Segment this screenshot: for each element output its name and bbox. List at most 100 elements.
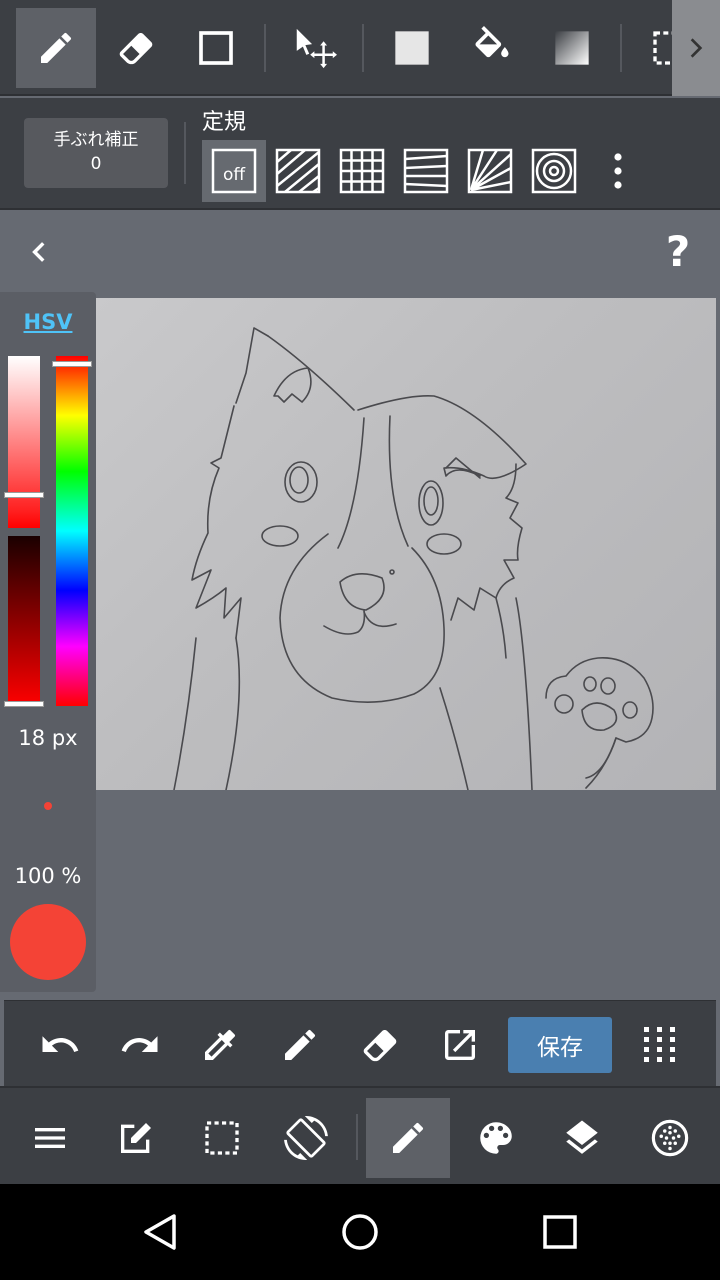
value-slider-handle[interactable] — [4, 701, 44, 707]
canvas-nav-bar: ? — [0, 212, 720, 292]
chevron-left-icon — [32, 242, 45, 262]
square-recents-icon — [543, 1215, 577, 1249]
ruler-concentric-button[interactable] — [522, 140, 586, 202]
circle-home-icon — [342, 1214, 378, 1250]
stabilizer-value: 0 — [90, 154, 102, 174]
move-tool-button[interactable] — [274, 8, 354, 88]
ruler-off-text: off — [223, 165, 246, 185]
edit-button[interactable] — [94, 1098, 178, 1178]
pencil-icon — [41, 32, 72, 63]
undo-button[interactable] — [32, 1017, 88, 1073]
toolbar-scroll-right-button[interactable] — [672, 0, 720, 96]
gradient-icon — [555, 31, 589, 65]
triangle-back-icon — [144, 1214, 176, 1250]
eyedropper-button[interactable] — [192, 1017, 248, 1073]
tool-toolbar — [0, 0, 720, 96]
fill-color-tool-button[interactable] — [372, 8, 452, 88]
stabilizer-label: 手ぶれ補正 — [53, 130, 139, 150]
selection-button[interactable] — [180, 1098, 264, 1178]
brush-size-label[interactable]: 18 px — [0, 726, 96, 750]
menu-button[interactable] — [8, 1098, 92, 1178]
saturation-slider[interactable] — [8, 356, 40, 528]
eraser-tool-button[interactable] — [96, 8, 176, 88]
paint-bucket-icon — [475, 26, 509, 58]
help-button[interactable]: ? — [658, 228, 698, 276]
open-external-icon — [445, 1030, 475, 1060]
hamburger-menu-icon — [35, 1128, 65, 1148]
toolbar-divider — [264, 24, 266, 72]
eyedropper-icon — [205, 1029, 236, 1060]
ruler-radial-button[interactable] — [458, 140, 522, 202]
dog-sketch-drawing — [173, 327, 654, 790]
hue-slider[interactable] — [56, 356, 88, 706]
dotted-circle-icon — [651, 1119, 689, 1157]
rotate-canvas-button[interactable] — [264, 1098, 348, 1178]
brush-size-preview — [44, 802, 52, 810]
ruler-bar: 手ぶれ補正 0 定規 off — [0, 98, 720, 210]
redo-icon — [121, 1036, 158, 1052]
ruler-more-button[interactable] — [586, 140, 650, 202]
dashed-selection-icon — [205, 1121, 239, 1155]
system-home-button[interactable] — [330, 1204, 390, 1260]
undo-icon — [42, 1036, 79, 1052]
ruler-title: 定規 — [202, 110, 247, 135]
drawing-canvas[interactable] — [96, 298, 716, 790]
system-nav-bar — [0, 1184, 720, 1280]
save-button[interactable]: 保存 — [508, 1017, 612, 1073]
saturation-slider-handle[interactable] — [4, 492, 44, 498]
color-tab[interactable] — [454, 1098, 538, 1178]
rectangle-icon — [199, 31, 233, 65]
bucket-tool-button[interactable] — [452, 8, 532, 88]
opacity-label[interactable]: 100 % — [0, 864, 96, 888]
brush-settings-button[interactable] — [272, 1017, 328, 1073]
radial-lines-icon — [467, 148, 513, 194]
main-bottom-nav — [0, 1086, 720, 1184]
ruler-off-icon: off — [211, 148, 257, 194]
concentric-circles-icon — [531, 148, 577, 194]
grid-dots-icon — [644, 1027, 675, 1062]
system-recents-button[interactable] — [530, 1204, 590, 1260]
pen-tool-button[interactable] — [16, 8, 96, 88]
screen-rotation-icon — [284, 1116, 328, 1160]
nav-divider — [356, 1114, 358, 1160]
toolbar-divider — [620, 24, 622, 72]
chevron-right-icon — [690, 38, 703, 58]
toolbar-divider — [362, 24, 364, 72]
redo-button[interactable] — [112, 1017, 168, 1073]
hsv-mode-tab[interactable]: HSV — [0, 310, 96, 334]
action-bar: 保存 — [4, 1000, 716, 1086]
grid-icon — [339, 148, 385, 194]
hue-slider-handle[interactable] — [52, 361, 92, 367]
materials-tab[interactable] — [628, 1098, 712, 1178]
export-button[interactable] — [432, 1017, 488, 1073]
eraser-button[interactable] — [352, 1017, 408, 1073]
pencil-icon — [285, 1029, 316, 1060]
edit-square-icon — [121, 1123, 151, 1153]
layers-icon — [566, 1120, 598, 1154]
ruler-parallel-button[interactable] — [266, 140, 330, 202]
parallel-lines-icon — [275, 148, 321, 194]
eraser-icon — [363, 1029, 397, 1062]
palette-icon — [480, 1122, 512, 1154]
color-panel: HSV 18 px 100 % — [0, 292, 96, 992]
ruler-divider — [184, 122, 186, 184]
gradient-tool-button[interactable] — [532, 8, 612, 88]
ruler-off-button[interactable]: off — [202, 140, 266, 202]
more-actions-button[interactable] — [632, 1017, 688, 1073]
medibang-paint-app: 手ぶれ補正 0 定規 off ? HSV 18 px 100 % 保存 — [0, 0, 720, 1280]
perspective-lines-icon — [403, 148, 449, 194]
current-color-swatch[interactable] — [10, 904, 86, 980]
filled-square-icon — [395, 31, 429, 65]
layers-tab[interactable] — [540, 1098, 624, 1178]
select-move-icon — [296, 28, 337, 69]
system-back-button[interactable] — [130, 1204, 190, 1260]
stabilizer-button[interactable]: 手ぶれ補正 0 — [24, 118, 168, 188]
back-button[interactable] — [20, 232, 60, 272]
shape-tool-button[interactable] — [176, 8, 256, 88]
value-slider[interactable] — [8, 536, 40, 706]
eraser-icon — [119, 32, 153, 65]
ruler-perspective-button[interactable] — [394, 140, 458, 202]
more-vertical-icon — [614, 153, 622, 189]
brush-tab[interactable] — [366, 1098, 450, 1178]
ruler-grid-button[interactable] — [330, 140, 394, 202]
